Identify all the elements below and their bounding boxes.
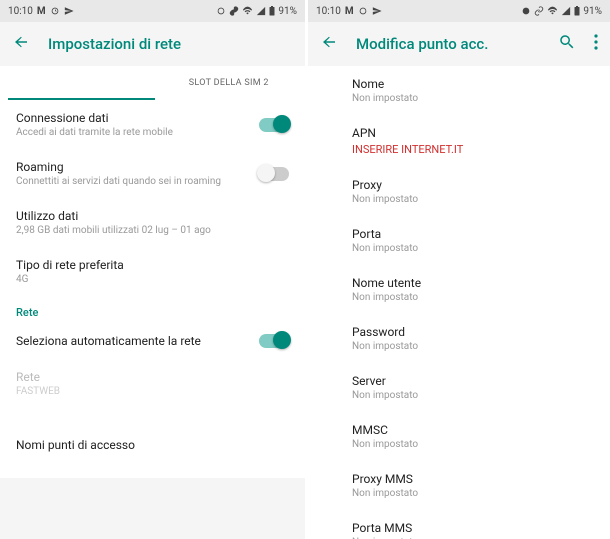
row-label: Tipo di rete preferita	[16, 258, 289, 272]
status-time: 10:10	[8, 6, 33, 17]
signal-icon	[561, 6, 571, 16]
row-sublabel: 4G	[16, 274, 289, 285]
page-title: Modifica punto acc.	[356, 35, 488, 53]
field-value: Non impostato	[352, 243, 594, 254]
battery-icon	[269, 6, 275, 16]
toggle-roaming[interactable]	[259, 167, 289, 181]
field-label: Nome	[352, 77, 594, 91]
back-icon[interactable]	[12, 33, 30, 55]
alarm-icon	[521, 6, 531, 16]
field-name[interactable]: Nome Non impostato	[336, 66, 610, 115]
app-bar: Modifica punto acc.	[308, 22, 610, 66]
field-value: Non impostato	[352, 341, 594, 352]
field-label: Nome utente	[352, 276, 594, 290]
field-port[interactable]: Porta Non impostato	[336, 216, 610, 265]
alarm-icon	[50, 6, 60, 16]
screen-edit-apn: 10:10 M 91% Modifica punto acc.	[305, 0, 610, 539]
field-proxy[interactable]: Proxy Non impostato	[336, 167, 610, 216]
screen-network-settings: 10:10 M 91% Impostazioni di rete SLOT D	[0, 0, 305, 539]
field-value: Non impostato	[352, 439, 594, 450]
wifi-icon	[242, 6, 253, 16]
field-username[interactable]: Nome utente Non impostato	[336, 265, 610, 314]
send-icon	[372, 6, 382, 16]
field-label: Proxy	[352, 178, 594, 192]
field-apn[interactable]: APN INSERIRE INTERNET.IT	[336, 115, 610, 167]
sim-tabs[interactable]: SLOT DELLA SIM 2	[0, 66, 305, 100]
field-value: Non impostato	[352, 194, 594, 205]
section-network: Rete	[0, 296, 305, 323]
field-label: Porta MMS	[352, 521, 594, 535]
row-data-usage[interactable]: Utilizzo dati 2,98 GB dati mobili utiliz…	[0, 198, 305, 247]
status-bar: 10:10 M 91%	[0, 0, 305, 22]
battery-percent: 91%	[278, 6, 297, 17]
row-roaming[interactable]: Roaming Connettiti ai servizi dati quand…	[0, 149, 305, 198]
field-server[interactable]: Server Non impostato	[336, 363, 610, 412]
status-m-icon: M	[345, 6, 354, 17]
row-label: Connessione dati	[16, 111, 289, 125]
row-apn-names[interactable]: Nomi punti di accesso	[0, 412, 305, 478]
field-value: Non impostato	[352, 93, 594, 104]
status-m-icon: M	[37, 6, 46, 17]
row-label: Nomi punti di accesso	[16, 438, 289, 452]
toggle-auto-network[interactable]	[259, 334, 289, 348]
link-icon	[229, 6, 239, 16]
field-label: MMSC	[352, 423, 594, 437]
field-label: Password	[352, 325, 594, 339]
row-sublabel: Connettiti ai servizi dati quando sei in…	[16, 176, 289, 187]
field-label: Server	[352, 374, 594, 388]
link-icon	[534, 6, 544, 16]
battery-icon	[574, 6, 580, 16]
back-icon[interactable]	[320, 33, 338, 55]
alarm-icon	[358, 6, 368, 16]
field-label: Proxy MMS	[352, 472, 594, 486]
field-mms-port[interactable]: Porta MMS Non impostato	[336, 510, 610, 539]
row-carrier: Rete FASTWEB	[0, 359, 305, 408]
search-icon[interactable]	[558, 33, 576, 55]
toggle-data[interactable]	[259, 118, 289, 132]
field-mms-proxy[interactable]: Proxy MMS Non impostato	[336, 461, 610, 510]
row-sublabel: Accedi ai dati tramite la rete mobile	[16, 127, 289, 138]
field-value: Non impostato	[352, 292, 594, 303]
row-label: Roaming	[16, 160, 289, 174]
status-bar: 10:10 M 91%	[308, 0, 610, 22]
row-auto-network[interactable]: Seleziona automaticamente la rete	[0, 323, 305, 359]
page-title: Impostazioni di rete	[48, 35, 181, 53]
field-password[interactable]: Password Non impostato	[336, 314, 610, 363]
field-value: INSERIRE INTERNET.IT	[352, 143, 594, 156]
field-label: Porta	[352, 227, 594, 241]
status-time: 10:10	[316, 6, 341, 17]
battery-percent: 91%	[583, 6, 602, 17]
field-label: APN	[352, 126, 594, 140]
overflow-icon[interactable]	[594, 34, 598, 54]
field-value: Non impostato	[352, 488, 594, 499]
send-icon	[64, 6, 74, 16]
app-bar: Impostazioni di rete	[0, 22, 305, 66]
row-network-type[interactable]: Tipo di rete preferita 4G	[0, 247, 305, 296]
row-label: Seleziona automaticamente la rete	[16, 334, 289, 348]
row-sublabel: 2,98 GB dati mobili utilizzati 02 lug – …	[16, 225, 289, 236]
wifi-icon	[547, 6, 558, 16]
sim-tab-2[interactable]: SLOT DELLA SIM 2	[153, 78, 306, 88]
row-sublabel: FASTWEB	[16, 386, 289, 397]
field-value: Non impostato	[352, 390, 594, 401]
row-label: Rete	[16, 370, 289, 384]
row-label: Utilizzo dati	[16, 209, 289, 223]
alarm-icon	[216, 6, 226, 16]
row-data-connection[interactable]: Connessione dati Accedi ai dati tramite …	[0, 100, 305, 149]
signal-icon	[256, 6, 266, 16]
field-mmsc[interactable]: MMSC Non impostato	[336, 412, 610, 461]
